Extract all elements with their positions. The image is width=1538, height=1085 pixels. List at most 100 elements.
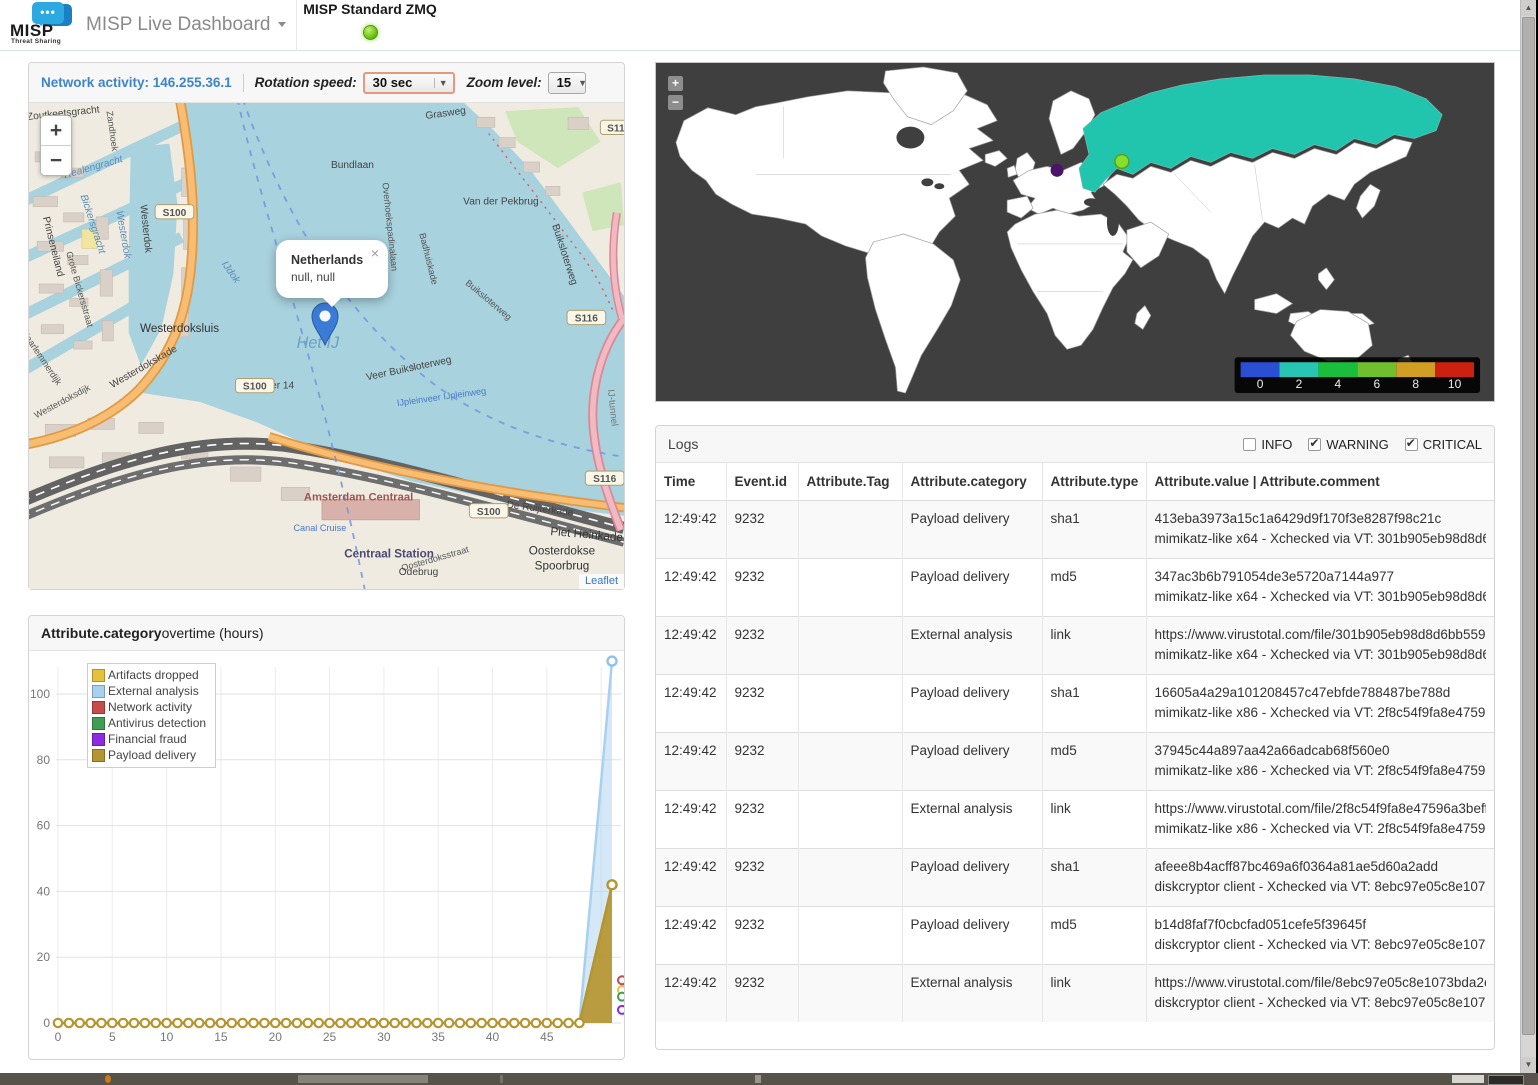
svg-text:0: 0 — [55, 1030, 62, 1044]
event-id-cell: 9232 — [726, 501, 798, 559]
taskbar-item[interactable] — [298, 1075, 428, 1083]
svg-text:S100: S100 — [243, 382, 267, 393]
svg-text:40: 40 — [37, 884, 51, 898]
network-activity-panel: Network activity: 146.255.36.1 Rotation … — [28, 62, 625, 590]
taskbar-item[interactable] — [1452, 1075, 1484, 1083]
column-header[interactable]: Attribute.Tag — [798, 463, 902, 501]
chart-title-rest: overtime (hours) — [162, 625, 264, 641]
log-row: 12:49:429232Payload deliverymd537945c44a… — [656, 733, 1494, 791]
misp-logo[interactable]: ••• MISP Threat Sharing — [10, 2, 74, 48]
zoom-in-button[interactable]: + — [41, 116, 71, 145]
type-cell: sha1 — [1042, 501, 1146, 559]
value-cell: b14d8faf7f0cbcfad051cefe5f39645fdiskcryp… — [1146, 907, 1494, 965]
type-cell: md5 — [1042, 559, 1146, 617]
popup-close-icon[interactable]: × — [371, 245, 379, 261]
column-header[interactable]: Time — [656, 463, 726, 501]
type-cell: sha1 — [1042, 675, 1146, 733]
time-cell: 12:49:42 — [656, 559, 726, 617]
time-cell: 12:49:42 — [656, 675, 726, 733]
value-cell: 16605a4a29a101208457c47ebfde788487be788d… — [1146, 675, 1494, 733]
time-cell: 12:49:42 — [656, 733, 726, 791]
column-header[interactable]: Event.id — [726, 463, 798, 501]
column-header[interactable]: Attribute.category — [902, 463, 1042, 501]
svg-text:30: 30 — [377, 1030, 391, 1044]
map-marker-pin-icon[interactable] — [311, 302, 339, 346]
map-label: Oosterdokse — [529, 544, 595, 557]
svg-text:S100: S100 — [163, 208, 187, 219]
filter-warning: WARNING — [1308, 437, 1388, 452]
category-cell: Payload delivery — [902, 849, 1042, 907]
log-row: 12:49:429232Payload deliverymd5b14d8faf7… — [656, 907, 1494, 965]
type-cell: link — [1042, 791, 1146, 849]
legend-label: External analysis — [108, 684, 199, 698]
value-cell: 347ac3b6b791054de3e5720a7144a977mimikatz… — [1146, 559, 1494, 617]
world-zoom-out-button[interactable]: − — [668, 95, 683, 110]
world-map-panel[interactable]: 0246810 + − — [655, 62, 1495, 402]
taskbar[interactable] — [0, 1073, 1538, 1085]
logo-subtitle: Threat Sharing — [11, 38, 61, 45]
logs-panel-header: Logs INFOWARNINGCRITICAL — [656, 426, 1494, 463]
critical-checkbox[interactable] — [1405, 438, 1418, 451]
network-activity-title[interactable]: Network activity: 146.255.36.1 — [41, 75, 232, 90]
page-scrollbar[interactable]: ▲ ▼ — [1520, 0, 1536, 1073]
map-label: Canal Cruise — [293, 523, 346, 533]
legend-swatch — [92, 733, 105, 746]
svg-text:0: 0 — [1257, 377, 1264, 391]
warning-checkbox[interactable] — [1308, 438, 1321, 451]
svg-text:15: 15 — [214, 1030, 228, 1044]
scrollbar-up-arrow-icon[interactable]: ▲ — [1521, 0, 1536, 16]
netherlands-dot — [1051, 164, 1064, 177]
legend-swatch — [92, 669, 105, 682]
legend-label: Financial fraud — [108, 732, 187, 746]
taskbar-item[interactable] — [1488, 1075, 1524, 1085]
navbar-divider — [296, 0, 297, 50]
svg-text:S11: S11 — [607, 123, 624, 134]
rotation-speed-select[interactable]: 30 sec▼ — [363, 72, 455, 94]
map-label: Van der Pekbrug — [463, 197, 538, 208]
leaflet-attribution-link[interactable]: Leaflet — [579, 574, 624, 589]
amsterdam-map[interactable]: ZoutkeetsgrachtGraswegBundlaanOverhoeksp… — [29, 103, 624, 589]
zoom-out-button[interactable]: − — [41, 145, 71, 175]
value-cell: 413eba3973a15c1a6429d9f170f3e8287f98c21c… — [1146, 501, 1494, 559]
map-label: Westerdoksluis — [140, 322, 219, 335]
category-cell: External analysis — [902, 965, 1042, 1023]
legend-swatch — [92, 717, 105, 730]
info-checkbox[interactable] — [1243, 438, 1256, 451]
svg-text:8: 8 — [1412, 377, 1419, 391]
value-cell: https://www.virustotal.com/file/8ebc97e0… — [1146, 965, 1494, 1023]
svg-text:6: 6 — [1373, 377, 1380, 391]
chart-title-bold: Attribute.category — [41, 625, 162, 641]
svg-text:S116: S116 — [575, 314, 599, 325]
legend-swatch — [92, 749, 105, 762]
time-cell: 12:49:42 — [656, 849, 726, 907]
scrollbar-thumb[interactable] — [1522, 17, 1535, 1035]
event-id-cell: 9232 — [726, 791, 798, 849]
svg-text:60: 60 — [37, 819, 51, 833]
misp-dashboard-screen: ••• MISP Threat Sharing MISP Live Dashbo… — [0, 0, 1538, 1085]
world-zoom-in-button[interactable]: + — [668, 76, 683, 91]
rotation-speed-label: Rotation speed: — [255, 75, 357, 90]
svg-text:100: 100 — [30, 687, 50, 701]
event-id-cell: 9232 — [726, 675, 798, 733]
scrollbar-down-arrow-icon[interactable]: ▼ — [1521, 1057, 1536, 1073]
category-cell: Payload delivery — [902, 559, 1042, 617]
taskbar-item[interactable] — [755, 1075, 761, 1083]
filter-label: CRITICAL — [1423, 437, 1482, 452]
svg-text:10: 10 — [1448, 377, 1462, 391]
column-header[interactable]: Attribute.value | Attribute.comment — [1146, 463, 1494, 501]
type-cell: link — [1042, 965, 1146, 1023]
log-row: 12:49:429232External analysislinkhttps:/… — [656, 617, 1494, 675]
popup-tail — [323, 298, 341, 307]
legend-label: Artifacts dropped — [108, 668, 199, 682]
chart-legend: Artifacts droppedExternal analysisNetwor… — [87, 663, 216, 768]
popup-body: null, null — [276, 267, 388, 284]
logs-header-row: TimeEvent.idAttribute.TagAttribute.categ… — [656, 463, 1494, 501]
column-header[interactable]: Attribute.type — [1042, 463, 1146, 501]
dashboard-menu[interactable]: MISP Live Dashboard — [86, 0, 286, 50]
legend-item: Payload delivery — [92, 747, 206, 763]
select-arrow-icon: ▼ — [434, 78, 448, 88]
zmq-status-led-icon — [363, 25, 378, 40]
svg-text:S116: S116 — [593, 474, 617, 485]
zoom-level-select[interactable]: 15▼ — [548, 72, 586, 94]
taskbar-item[interactable] — [105, 1075, 111, 1083]
